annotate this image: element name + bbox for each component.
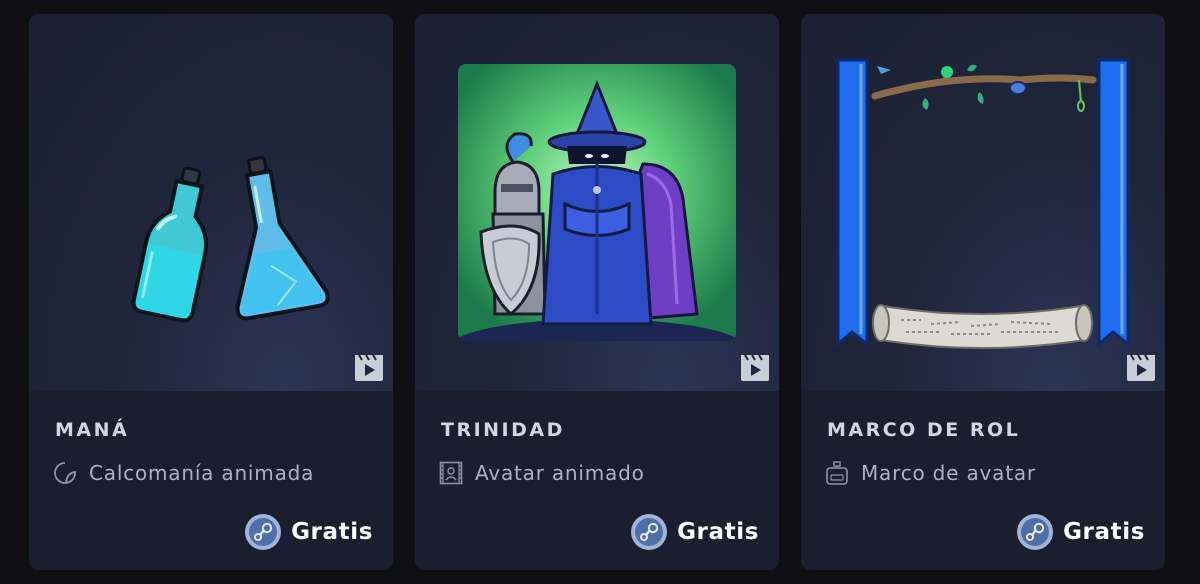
item-title: MANÁ (55, 419, 130, 441)
item-title: TRINIDAD (441, 419, 565, 441)
sticker-icon (54, 462, 76, 484)
item-preview[interactable] (415, 14, 779, 391)
potion-bottles-image (131, 156, 330, 323)
item-type: Avatar animado (439, 457, 645, 489)
item-type-label: Avatar animado (475, 461, 645, 485)
items-row: MANÁ Calcomanía animada Gratis TRINIDAD … (0, 0, 1200, 584)
animated-avatar-icon (439, 461, 463, 485)
price-tag[interactable]: Gratis (244, 512, 373, 552)
item-title: MARCO DE ROL (827, 419, 1021, 441)
item-type-label: Marco de avatar (861, 461, 1036, 485)
item-card-marco-de-rol[interactable]: MARCO DE ROL Marco de avatar Gratis (801, 14, 1165, 570)
item-card-trinidad[interactable]: TRINIDAD Avatar animado Gratis (415, 14, 779, 570)
item-info: TRINIDAD Avatar animado Gratis (415, 391, 779, 570)
item-info: MANÁ Calcomanía animada Gratis (29, 391, 393, 570)
animated-media-icon (1127, 354, 1155, 381)
price-label: Gratis (677, 519, 759, 545)
price-label: Gratis (291, 519, 373, 545)
trinity-avatar-image (458, 64, 736, 341)
item-type: Marco de avatar (825, 457, 1036, 489)
animated-media-icon (355, 354, 383, 381)
steam-points-icon (1017, 514, 1054, 550)
item-info: MARCO DE ROL Marco de avatar Gratis (801, 391, 1165, 570)
steam-points-icon (245, 514, 282, 550)
price-label: Gratis (1063, 519, 1145, 545)
item-card-mana[interactable]: MANÁ Calcomanía animada Gratis (29, 14, 393, 570)
steam-points-icon (631, 514, 668, 550)
item-preview[interactable] (29, 14, 393, 391)
item-type: Calcomanía animada (53, 457, 314, 489)
item-type-label: Calcomanía animada (89, 461, 315, 485)
animated-media-icon (741, 354, 769, 381)
avatar-frame-icon (826, 461, 848, 485)
role-frame-image (836, 58, 1130, 349)
price-tag[interactable]: Gratis (630, 512, 759, 552)
price-tag[interactable]: Gratis (1016, 512, 1145, 552)
item-preview[interactable] (801, 14, 1165, 391)
